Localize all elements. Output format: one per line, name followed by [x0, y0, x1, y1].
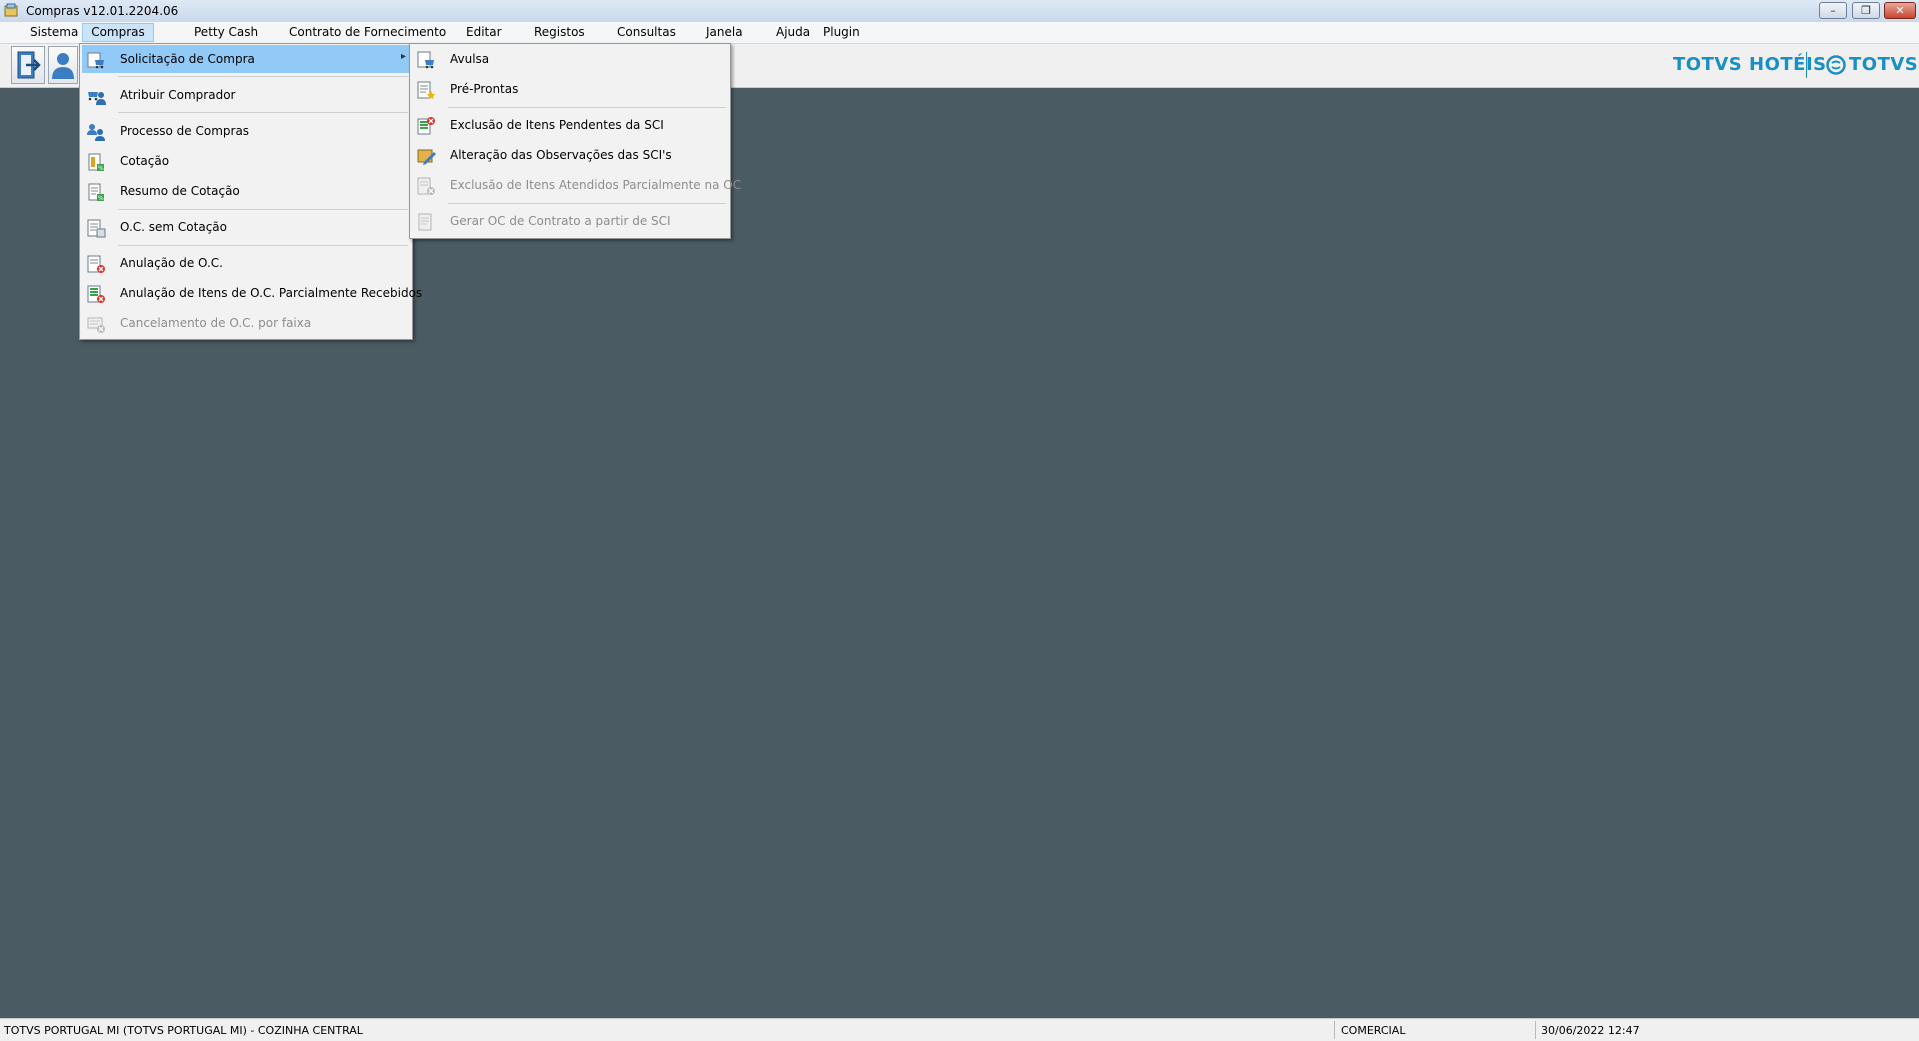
restore-button[interactable]: ❐ — [1852, 2, 1880, 19]
quote-icon: % — [88, 153, 104, 172]
menu-item-cancelamento-faixa[interactable]: Cancelamento de O.C. por faixa — [82, 309, 410, 337]
menu-item-processo-compras[interactable]: Processo de Compras — [82, 117, 410, 145]
assign-buyer-icon — [88, 92, 106, 105]
menu-item-label: Anulação de O.C. — [120, 256, 223, 270]
menu-separator — [118, 245, 408, 246]
menu-item-cotacao[interactable]: % Cotação — [82, 147, 410, 175]
status-divider — [1334, 1021, 1335, 1039]
menu-item-label: Cotação — [120, 154, 170, 168]
cancel-items-icon — [87, 285, 105, 303]
status-datetime: 30/06/2022 12:47 — [1541, 1024, 1640, 1037]
menu-item-label: Solicitação de Compra — [120, 52, 255, 66]
cancel-range-icon — [87, 317, 105, 333]
status-module: COMERCIAL — [1341, 1024, 1406, 1037]
submenu-item-avulsa[interactable]: Avulsa — [412, 45, 728, 73]
svg-text:%: % — [98, 165, 104, 172]
menu-item-oc-sem-cotacao[interactable]: O.C. sem Cotação — [82, 213, 410, 241]
menu-item-label: O.C. sem Cotação — [120, 220, 227, 234]
single-request-icon — [417, 51, 434, 69]
menu-bar: Sistema Compras Petty Cash Contrato de F… — [0, 22, 1919, 44]
submenu-item-exclusao-pendentes[interactable]: Exclusão de Itens Pendentes da SCI — [412, 111, 728, 139]
menu-editar[interactable]: Editar — [460, 24, 508, 41]
exit-button[interactable] — [11, 46, 45, 84]
submenu-item-alteracao-observacoes[interactable]: Alteração das Observações das SCI's — [412, 141, 728, 169]
brand-totvs-hoteis: TOTVS HOTÉIS — [1673, 54, 1827, 75]
submenu-item-pre-prontas[interactable]: Pré-Prontas — [412, 75, 728, 103]
compras-menu: Solicitação de Compra ▸ Atribuir Comprad… — [79, 43, 422, 340]
menu-ajuda[interactable]: Ajuda — [770, 24, 816, 41]
people-process-icon — [87, 124, 105, 141]
menu-registos[interactable]: Registos — [528, 24, 591, 41]
menu-item-label: Atribuir Comprador — [120, 88, 236, 102]
status-company: TOTVS PORTUGAL MI (TOTVS PORTUGAL MI) - … — [4, 1024, 363, 1037]
delete-pending-icon — [417, 117, 435, 135]
preset-request-icon — [417, 81, 436, 100]
menu-item-label: Cancelamento de O.C. por faixa — [120, 316, 312, 330]
quote-summary-icon: % — [88, 183, 104, 202]
svg-text:%: % — [98, 195, 104, 202]
menu-sistema[interactable]: Sistema — [24, 24, 84, 41]
cancel-order-icon — [87, 255, 105, 273]
edit-notes-icon — [417, 149, 436, 165]
submenu-item-gerar-oc-contrato[interactable]: Gerar OC de Contrato a partir de SCI — [412, 207, 728, 235]
submenu-item-label: Gerar OC de Contrato a partir de SCI — [450, 214, 671, 228]
exit-icon — [17, 51, 41, 79]
menu-item-resumo-cotacao[interactable]: % Resumo de Cotação — [82, 177, 410, 205]
menu-consultas[interactable]: Consultas — [611, 24, 682, 41]
submenu-item-label: Avulsa — [450, 52, 490, 66]
submenu-arrow-icon: ▸ — [400, 51, 406, 62]
menu-separator — [118, 112, 408, 113]
title-bar: Compras v12.01.2204.06 – ❐ ✕ — [0, 0, 1919, 23]
menu-compras[interactable]: Compras — [82, 23, 154, 42]
submenu-item-label: Exclusão de Itens Atendidos Parcialmente… — [450, 178, 742, 192]
menu-separator — [118, 209, 408, 210]
close-button[interactable]: ✕ — [1884, 2, 1916, 19]
status-divider — [1535, 1021, 1536, 1039]
menu-item-label: Processo de Compras — [120, 124, 250, 138]
menu-item-solicitacao-compra[interactable]: Solicitação de Compra ▸ — [82, 45, 410, 73]
brand-totvs: TOTVS — [1849, 54, 1919, 75]
user-button[interactable] — [48, 46, 78, 84]
brand-divider — [1806, 52, 1807, 78]
generate-order-icon — [418, 213, 432, 231]
delete-partial-icon — [417, 177, 435, 195]
menu-item-anulacao-itens[interactable]: Anulação de Itens de O.C. Parcialmente R… — [82, 279, 422, 307]
menu-item-atribuir-comprador[interactable]: Atribuir Comprador — [82, 81, 410, 109]
submenu-item-label: Exclusão de Itens Pendentes da SCI — [450, 118, 664, 132]
menu-separator — [118, 76, 408, 77]
user-icon — [52, 53, 74, 79]
totvs-logo-icon — [1826, 55, 1846, 75]
submenu-item-label: Alteração das Observações das SCI's — [450, 148, 672, 162]
menu-separator — [448, 107, 726, 108]
minimize-button[interactable]: – — [1819, 2, 1847, 19]
status-bar: TOTVS PORTUGAL MI (TOTVS PORTUGAL MI) - … — [0, 1018, 1919, 1041]
menu-item-label: Resumo de Cotação — [120, 184, 240, 198]
submenu-item-exclusao-parcial[interactable]: Exclusão de Itens Atendidos Parcialmente… — [412, 171, 741, 199]
menu-janela[interactable]: Janela — [700, 24, 749, 41]
cart-request-icon — [87, 52, 104, 69]
submenu-item-label: Pré-Prontas — [450, 82, 519, 96]
menu-petty-cash[interactable]: Petty Cash — [188, 24, 264, 41]
app-icon — [4, 3, 18, 17]
menu-plugin[interactable]: Plugin — [817, 24, 866, 41]
menu-separator — [448, 203, 726, 204]
menu-item-anulacao-oc[interactable]: Anulação de O.C. — [82, 249, 410, 277]
order-no-quote-icon — [87, 219, 106, 238]
menu-item-label: Anulação de Itens de O.C. Parcialmente R… — [120, 286, 423, 300]
window-title: Compras v12.01.2204.06 — [26, 4, 179, 18]
solicitacao-submenu: Avulsa Pré-Prontas Exclusão de Itens Pen… — [409, 43, 741, 239]
menu-contrato-fornecimento[interactable]: Contrato de Fornecimento — [283, 24, 452, 41]
